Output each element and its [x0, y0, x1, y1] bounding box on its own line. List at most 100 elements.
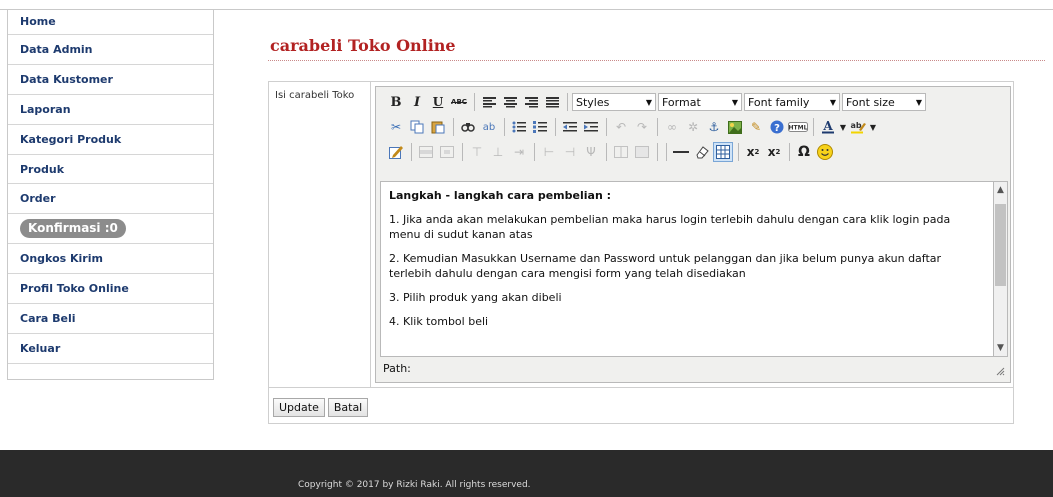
edit-visual-icon[interactable] — [386, 142, 406, 162]
content-paragraph: 2. Kemudian Masukkan Username dan Passwo… — [389, 252, 942, 280]
delete-col-icon[interactable]: Ψ — [581, 142, 601, 162]
editor-status-bar: Path: — [380, 359, 1008, 379]
underline-icon[interactable]: U — [428, 92, 448, 112]
copy-icon[interactable] — [407, 117, 427, 137]
toolbar-separator — [462, 143, 463, 161]
toolbar-separator — [738, 143, 739, 161]
align-left-icon[interactable] — [479, 92, 499, 112]
align-center-icon[interactable] — [500, 92, 520, 112]
styles-select[interactable]: Styles ▼ — [572, 93, 656, 111]
sidebar-item-home[interactable]: Home — [8, 10, 213, 35]
insert-col-after-icon[interactable]: ⊣ — [560, 142, 580, 162]
sidebar-item-data-kustomer[interactable]: Data Kustomer — [8, 65, 213, 95]
unlink-icon[interactable]: ✲ — [683, 117, 703, 137]
italic-icon[interactable]: I — [407, 92, 427, 112]
footer: Copyright © 2017 by Rizki Raki. All righ… — [0, 450, 1053, 497]
content-field-label: Isi carabeli Toko — [275, 90, 355, 101]
align-justify-icon[interactable] — [542, 92, 562, 112]
image-icon[interactable] — [725, 117, 745, 137]
link-icon[interactable]: ∞ — [662, 117, 682, 137]
table-row-props-icon[interactable] — [416, 142, 436, 162]
sidebar-menu: Home Data Admin Data Kustomer Laporan Ka… — [7, 10, 214, 380]
undo-icon[interactable]: ↶ — [611, 117, 631, 137]
sidebar-item-kategori-produk[interactable]: Kategori Produk — [8, 125, 213, 155]
find-icon[interactable] — [458, 117, 478, 137]
html-source-icon[interactable]: HTML — [788, 117, 808, 137]
toolbar-separator — [504, 118, 505, 136]
content-paragraph: 4. Klik tombol beli — [389, 315, 489, 328]
content-paragraph: 1. Jika anda akan melakukan pembelian ma… — [389, 213, 951, 241]
edit-form: Isi carabeli Toko B I U ABC Styles ▼ For… — [268, 81, 1014, 424]
toolbar-separator — [657, 118, 658, 136]
sidebar-item-laporan[interactable]: Laporan — [8, 95, 213, 125]
konfirmasi-badge[interactable]: Konfirmasi :0 — [20, 219, 126, 239]
anchor-icon[interactable]: ⚓ — [704, 117, 724, 137]
numbered-list-icon[interactable] — [530, 117, 550, 137]
content-heading: Langkah - langkah cara pembelian : — [389, 189, 612, 202]
cancel-button[interactable]: Batal — [327, 398, 369, 417]
horizontal-rule-icon[interactable] — [671, 142, 691, 162]
remove-format-icon[interactable] — [692, 142, 712, 162]
insert-col-before-icon[interactable]: ⊢ — [539, 142, 559, 162]
sidebar-item-produk[interactable]: Produk — [8, 155, 213, 185]
form-actions: Update Batal — [273, 398, 371, 417]
toolbar-separator — [657, 143, 658, 161]
subscript-icon[interactable]: x2 — [743, 142, 763, 162]
cleanup-icon[interactable]: ✎ — [746, 117, 766, 137]
scroll-up-icon[interactable]: ▲ — [994, 183, 1007, 197]
sidebar-item-profil-toko[interactable]: Profil Toko Online — [8, 274, 213, 305]
chevron-down-icon: ▼ — [915, 97, 922, 107]
update-button[interactable]: Update — [273, 398, 325, 417]
replace-icon[interactable]: ab — [479, 117, 499, 137]
toolbar-separator — [474, 93, 475, 111]
scroll-down-icon[interactable]: ▼ — [994, 341, 1007, 355]
split-cells-icon[interactable] — [611, 142, 631, 162]
sidebar-item-ongkos-kirim[interactable]: Ongkos Kirim — [8, 244, 213, 275]
format-select[interactable]: Format ▼ — [658, 93, 742, 111]
chevron-down-icon: ▼ — [731, 97, 738, 107]
scrollbar-thumb[interactable] — [995, 204, 1006, 286]
merge-cells-icon[interactable] — [632, 142, 652, 162]
insert-row-before-icon[interactable]: ⊤ — [467, 142, 487, 162]
font-family-select[interactable]: Font family ▼ — [744, 93, 840, 111]
delete-row-icon[interactable]: ⇥ — [509, 142, 529, 162]
editor-scrollbar[interactable]: ▲ ▼ — [993, 181, 1008, 357]
resize-grip-icon[interactable] — [995, 366, 1005, 376]
chevron-down-icon[interactable]: ▼ — [869, 117, 877, 137]
strikethrough-icon[interactable]: ABC — [449, 92, 469, 112]
visual-aid-icon[interactable] — [713, 142, 733, 162]
paste-icon[interactable] — [428, 117, 448, 137]
toolbar-separator — [789, 143, 790, 161]
align-right-icon[interactable] — [521, 92, 541, 112]
page-title: carabeli Toko Online — [270, 36, 456, 55]
highlight-color-icon[interactable]: ab — [848, 117, 868, 137]
toolbar-separator — [555, 118, 556, 136]
emoticon-icon[interactable] — [815, 142, 835, 162]
text-color-icon[interactable]: A — [818, 117, 838, 137]
sidebar-item-konfirmasi[interactable]: Konfirmasi :0 — [8, 214, 213, 245]
font-size-select-value: Font size — [846, 95, 895, 109]
table-cell-props-icon[interactable] — [437, 142, 457, 162]
help-icon[interactable]: ? — [767, 117, 787, 137]
superscript-icon[interactable]: x2 — [764, 142, 784, 162]
editor-content-area[interactable]: Langkah - langkah cara pembelian : 1. Ji… — [380, 181, 993, 357]
bold-icon[interactable]: B — [386, 92, 406, 112]
toolbar-separator — [534, 143, 535, 161]
chevron-down-icon[interactable]: ▼ — [839, 117, 847, 137]
sidebar-item-keluar[interactable]: Keluar — [8, 334, 213, 364]
sidebar-item-data-admin[interactable]: Data Admin — [8, 35, 213, 65]
toolbar-separator — [606, 143, 607, 161]
redo-icon[interactable]: ↷ — [632, 117, 652, 137]
toolbar-separator — [606, 118, 607, 136]
insert-row-after-icon[interactable]: ⊥ — [488, 142, 508, 162]
special-char-icon[interactable]: Ω — [794, 142, 814, 162]
bullet-list-icon[interactable] — [509, 117, 529, 137]
cut-icon[interactable]: ✂ — [386, 117, 406, 137]
sidebar-item-order[interactable]: Order — [8, 184, 213, 215]
svg-text:HTML: HTML — [789, 125, 808, 132]
outdent-icon[interactable] — [560, 117, 580, 137]
indent-icon[interactable] — [581, 117, 601, 137]
sidebar-item-cara-beli[interactable]: Cara Beli — [8, 304, 213, 334]
font-size-select[interactable]: Font size ▼ — [842, 93, 926, 111]
toolbar-separator — [666, 143, 667, 161]
